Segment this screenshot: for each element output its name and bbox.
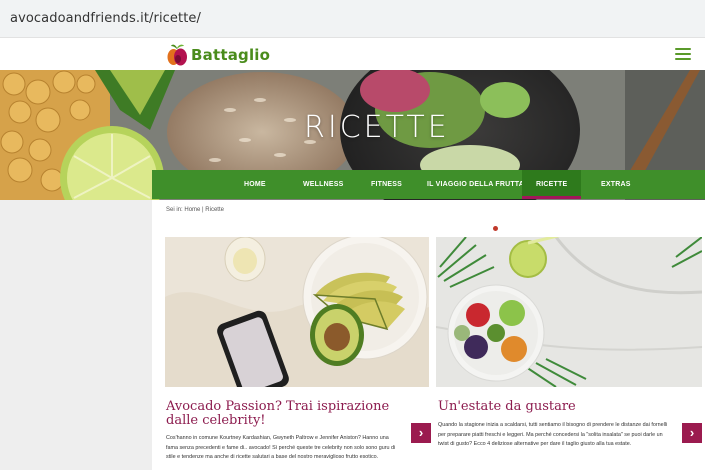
nav-item-home[interactable]: HOME [244,170,266,199]
card-title-unestate-da-gustare[interactable]: Un'estate da gustare [438,400,678,414]
site-logo[interactable]: Battaglio [166,41,270,69]
nav-item-ricette[interactable]: RICETTE [522,170,582,199]
card-excerpt-unestate-da-gustare: Quando la stagione inizia a scaldarsi, t… [438,422,668,447]
page: avocadoandfriends.it/ricette/ Battaglio [0,0,705,470]
breadcrumb: Sei in: Home | Ricette [166,207,224,213]
chevron-right-icon[interactable]: › [411,423,431,443]
nav-item-wellness[interactable]: WELLNESS [303,170,344,199]
nav-item-fitness[interactable]: FITNESS [371,170,402,199]
chevron-right-icon[interactable]: › [682,423,702,443]
hero-title: RICETTE [304,110,450,145]
site-header: Battaglio [0,38,705,70]
card-image-unestate-da-gustare[interactable] [436,237,702,387]
hamburger-menu-icon[interactable] [675,48,691,61]
slider-indicator-dot[interactable] [493,226,498,231]
url-text[interactable]: avocadoandfriends.it/ricette/ [10,11,201,26]
breadcrumb-home-link[interactable]: Home [184,207,200,213]
logo-fruit-icon [166,43,188,67]
browser-address-bar[interactable]: avocadoandfriends.it/ricette/ [0,0,705,38]
main-nav: HOME WELLNESS FITNESS IL VIAGGIO DELLA F… [152,170,705,199]
breadcrumb-prefix: Sei in: [166,207,183,213]
left-sidebar-area [0,200,152,470]
logo-text: Battaglio [191,46,271,64]
nav-item-il-viaggio-della-frutta[interactable]: IL VIAGGIO DELLA FRUTTA [427,170,524,199]
nav-item-extras[interactable]: EXTRAS [601,170,631,199]
breadcrumb-separator: | [202,207,204,213]
card-excerpt-avocado-passion: Cos'hanno in comune Kourtney Kardashian,… [166,435,396,460]
card-image-avocado-passion[interactable] [165,237,429,387]
card-title-avocado-passion[interactable]: Avocado Passion? Trai ispirazione dalle … [166,400,406,428]
breadcrumb-current: Ricette [205,207,224,213]
